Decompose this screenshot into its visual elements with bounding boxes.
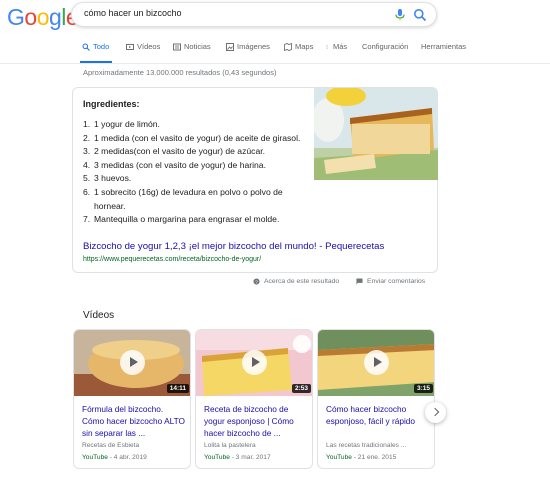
about-result-label: Acerca de este resultado: [264, 278, 340, 285]
video-source: YouTube: [326, 454, 352, 461]
videos-heading: Vídeos: [83, 310, 115, 321]
video-channel: Lolita la pastelera: [204, 442, 256, 449]
tab-news[interactable]: Noticias: [173, 42, 211, 51]
tab-label: Todo: [93, 42, 110, 51]
list-number: 5.: [83, 173, 91, 184]
chevron-right-icon[interactable]: [425, 402, 446, 423]
list-item: 2. 1 medida (con el vasito de yogur) de a…: [83, 132, 311, 146]
list-item: 1. 1 yogur de limón.: [83, 118, 311, 132]
video-title[interactable]: Fórmula del bizcocho. Cómo hacer bizcoch…: [82, 404, 186, 439]
video-duration: 14:11: [166, 384, 189, 393]
image-icon: [226, 42, 234, 51]
tab-videos[interactable]: Vídeos: [126, 42, 160, 51]
tab-label: Imágenes: [237, 42, 270, 51]
list-text: 1 medida (con el vasito de yogur) de ace…: [94, 132, 301, 143]
video-source: YouTube: [82, 454, 108, 461]
tab-tools[interactable]: Herramientas: [421, 42, 466, 51]
tab-label: Configuración: [362, 42, 409, 51]
list-text: Mantequilla o margarina para engrasar el…: [94, 214, 280, 225]
list-text: 1 yogur de limón.: [94, 119, 160, 129]
video-meta: YouTube - 4 abr. 2019: [82, 454, 147, 461]
list-number: 3.: [83, 146, 91, 157]
logo-letter: o: [36, 4, 50, 30]
video-icon: [126, 43, 134, 50]
send-feedback-label: Enviar comentarios: [367, 278, 426, 285]
list-text: 3 medidas (con el vasito de yogur) de ha…: [94, 159, 266, 170]
header-divider: [0, 63, 550, 64]
video-date: - 4 abr. 2019: [109, 454, 147, 461]
send-feedback[interactable]: Enviar comentarios: [356, 278, 425, 285]
tab-more[interactable]: Más: [326, 42, 347, 51]
tab-label: Herramientas: [421, 42, 467, 51]
list-number: 1.: [83, 119, 91, 129]
list-number: 6.: [83, 186, 91, 197]
search-box[interactable]: cómo hacer un bizcocho: [71, 2, 437, 27]
search-icon[interactable]: [413, 8, 427, 22]
video-card[interactable]: 3:15 Cómo hacer bizcocho esponjoso, fáci…: [317, 329, 435, 469]
logo-letter: o: [24, 4, 37, 30]
list-number: 2.: [83, 132, 91, 143]
result-stats: Aproximadamente 13.000.000 resultados (0…: [83, 68, 277, 77]
tab-label: Vídeos: [137, 42, 161, 51]
featured-snippet: Ingredientes: 1. 1 yogur de limón. 2. 1 me…: [72, 87, 438, 273]
feedback-icon: [356, 278, 363, 285]
video-date: - 21 ene. 2015: [353, 454, 397, 461]
svg-text:?: ?: [255, 279, 258, 285]
list-text: 3 huevos.: [94, 173, 132, 184]
news-icon: [173, 43, 181, 50]
video-duration: 3:15: [413, 384, 433, 393]
video-meta: YouTube - 21 ene. 2015: [326, 454, 396, 461]
list-text: 1 sobrecito (16g) de levadura en polvo o…: [94, 186, 283, 211]
play-icon[interactable]: [120, 350, 145, 375]
result-link[interactable]: Bizcocho de yogur 1,2,3 ¡el mejor bizcoc…: [83, 241, 384, 252]
about-result[interactable]: ? Acerca de este resultado: [253, 278, 339, 285]
video-title[interactable]: Cómo hacer bizcocho esponjoso, fácil y r…: [326, 404, 430, 428]
video-thumbnail[interactable]: 3:15: [318, 330, 434, 396]
help-icon: ?: [253, 278, 260, 285]
mic-icon[interactable]: [394, 8, 406, 22]
tab-images[interactable]: Imágenes: [226, 42, 270, 51]
list-number: 4.: [83, 159, 91, 170]
video-duration: 2:53: [291, 384, 311, 393]
list-number: 7.: [83, 214, 91, 225]
list-text: 2 medidas(con el vasito de yogur) de azú…: [94, 146, 266, 157]
video-card[interactable]: 2:53 Receta de bizcocho de yogur esponjo…: [195, 329, 313, 469]
snippet-title: Ingredientes:: [83, 99, 140, 109]
logo-letter: g: [48, 4, 62, 30]
search-icon: [82, 43, 90, 51]
video-meta: YouTube - 3 mar. 2017: [204, 454, 271, 461]
video-date: - 3 mar. 2017: [231, 454, 271, 461]
video-thumbnail[interactable]: 2:53: [196, 330, 312, 396]
tab-label: Más: [333, 42, 348, 51]
list-item: 4. 3 medidas (con el vasito de yogur) de …: [83, 159, 311, 173]
search-input[interactable]: cómo hacer un bizcocho: [84, 8, 182, 18]
tab-maps[interactable]: Maps: [284, 42, 313, 51]
video-card[interactable]: 14:11 Fórmula del bizcocho. Cómo hacer b…: [73, 329, 191, 469]
result-url[interactable]: https://www.pequerecetas.com/receta/bizc…: [83, 256, 261, 263]
play-icon[interactable]: [242, 350, 267, 375]
list-item: 6. 1 sobrecito (16g) de levadura en polvo…: [83, 186, 311, 213]
google-logo[interactable]: Google: [7, 4, 79, 31]
ingredients-list: 1. 1 yogur de limón. 2. 1 medida (con el v…: [83, 118, 311, 227]
list-item: 7. Mantequilla o margarina para engrasar …: [83, 213, 311, 227]
list-item: 5. 3 huevos.: [83, 172, 311, 186]
more-icon: [326, 44, 328, 49]
tab-todo[interactable]: Todo: [82, 42, 109, 51]
map-icon: [284, 42, 292, 51]
video-source: YouTube: [204, 454, 230, 461]
video-channel: Las recetas tradicionales ...: [326, 442, 407, 449]
tab-settings[interactable]: Configuración: [362, 42, 408, 51]
play-icon[interactable]: [364, 350, 389, 375]
video-channel: Recetas de Esbieta: [82, 442, 140, 449]
tab-label: Noticias: [184, 42, 211, 51]
list-item: 3. 2 medidas(con el vasito de yogur) de a…: [83, 145, 311, 159]
tab-label: Maps: [295, 42, 314, 51]
video-thumbnail[interactable]: 14:11: [74, 330, 190, 396]
video-title[interactable]: Receta de bizcocho de yogur esponjoso | …: [204, 404, 308, 439]
cake-image[interactable]: [314, 88, 438, 180]
logo-letter: G: [7, 4, 25, 30]
